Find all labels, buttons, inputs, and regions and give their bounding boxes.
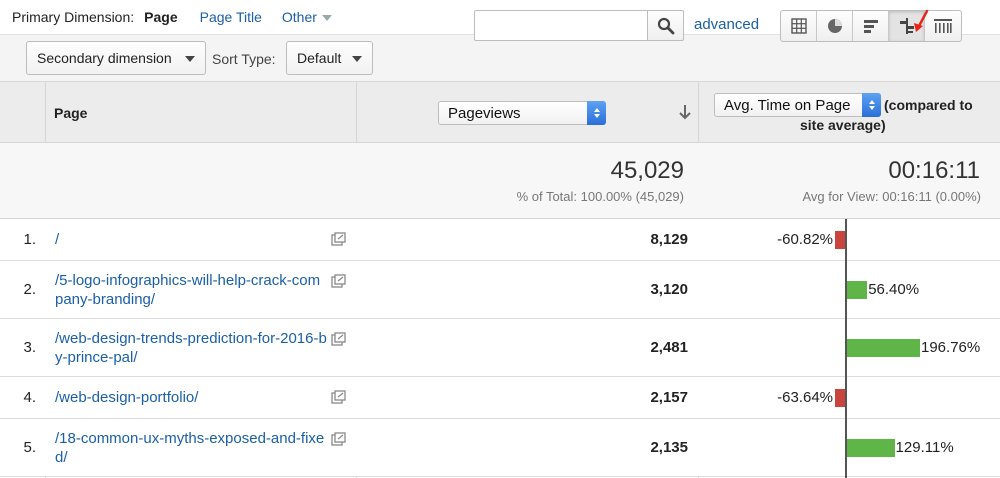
sort-type-dropdown[interactable]: Default [286, 41, 373, 75]
select-stepper-icon [862, 93, 881, 117]
row-page-link[interactable]: /web-design-portfolio/ [55, 388, 327, 407]
sort-type-value: Default [297, 50, 342, 66]
table-search-input[interactable] [474, 10, 648, 41]
comparison-label: 56.40% [868, 281, 920, 298]
dimension-page[interactable]: Page [144, 9, 177, 25]
row-pageviews: 2,157 [650, 389, 688, 406]
row-number: 4. [23, 389, 36, 406]
pie-chart-icon [827, 19, 842, 33]
row-pageviews: 2,135 [650, 439, 688, 456]
secondary-dimension-label: Secondary dimension [37, 50, 172, 66]
comparison-bar [846, 339, 920, 357]
comparison-label: 196.76% [921, 339, 981, 356]
open-page-icon[interactable] [331, 332, 346, 346]
row-number: 3. [23, 339, 36, 356]
data-table-icon [790, 18, 807, 34]
row-number: 1. [23, 231, 36, 248]
row-page-link[interactable]: /web-design-trends-prediction-for-2016-b… [55, 329, 327, 367]
open-page-icon[interactable] [331, 232, 346, 246]
performance-icon [863, 20, 878, 33]
page-column-header[interactable]: Page [54, 105, 87, 121]
dimension-page-title[interactable]: Page Title [200, 9, 262, 25]
open-page-icon[interactable] [331, 274, 346, 288]
data-table-view-button[interactable] [781, 11, 817, 41]
row-page-link[interactable]: /18-common-ux-myths-exposed-and-fixed/ [55, 429, 327, 467]
avg-time-total-sub: Avg for View: 00:16:11 (0.00%) [802, 189, 982, 204]
compare-metric-selector[interactable]: Avg. Time on Page [714, 93, 881, 117]
comparison-label: -63.64% [777, 389, 833, 406]
row-pageviews: 8,129 [650, 231, 688, 248]
view-switcher [780, 10, 962, 42]
row-page-link[interactable]: / [55, 230, 327, 249]
chevron-down-icon [185, 56, 195, 62]
row-number: 5. [23, 439, 36, 456]
percentage-view-button[interactable] [817, 11, 853, 41]
sort-descending-icon[interactable] [678, 104, 692, 120]
dimension-other-label: Other [281, 9, 317, 25]
avg-time-total: 00:16:11 [888, 157, 980, 184]
search-button[interactable] [647, 10, 684, 41]
comparison-bar [846, 439, 895, 457]
term-cloud-view-button[interactable] [925, 11, 961, 41]
search-icon [657, 17, 674, 34]
row-page-link[interactable]: /5-logo-infographics-will-help-crack-com… [55, 271, 327, 309]
sort-type-label: Sort Type: [212, 51, 276, 67]
dimension-other[interactable]: Other [282, 9, 332, 25]
comparison-label: -60.82% [777, 231, 833, 248]
metric-selector-value: Pageviews [448, 104, 521, 122]
compare-note-line2: site average) [800, 117, 886, 133]
row-pageviews: 3,120 [650, 281, 688, 298]
annotation-arrow-icon [914, 10, 929, 32]
chevron-down-icon [352, 56, 362, 62]
row-pageviews: 2,481 [650, 339, 688, 356]
primary-dimension-label: Primary Dimension: [12, 9, 135, 25]
compare-note-line1: (compared to [884, 97, 973, 113]
compare-metric-value: Avg. Time on Page [724, 96, 851, 114]
chevron-down-icon [321, 14, 332, 21]
secondary-dimension-dropdown[interactable]: Secondary dimension [26, 41, 206, 75]
comparison-bar [846, 281, 868, 299]
select-stepper-icon [587, 101, 606, 125]
advanced-filter-link[interactable]: advanced [694, 16, 759, 33]
term-cloud-icon [934, 19, 952, 33]
comparison-axis [845, 219, 847, 478]
open-page-icon[interactable] [331, 390, 346, 404]
open-page-icon[interactable] [331, 432, 346, 446]
pageviews-total: 45,029 [610, 157, 684, 184]
performance-view-button[interactable] [853, 11, 889, 41]
row-number: 2. [23, 281, 36, 298]
comparison-label: 129.11% [895, 439, 954, 456]
pageviews-total-sub: % of Total: 100.00% (45,029) [516, 189, 684, 204]
metric-selector[interactable]: Pageviews [438, 101, 606, 125]
